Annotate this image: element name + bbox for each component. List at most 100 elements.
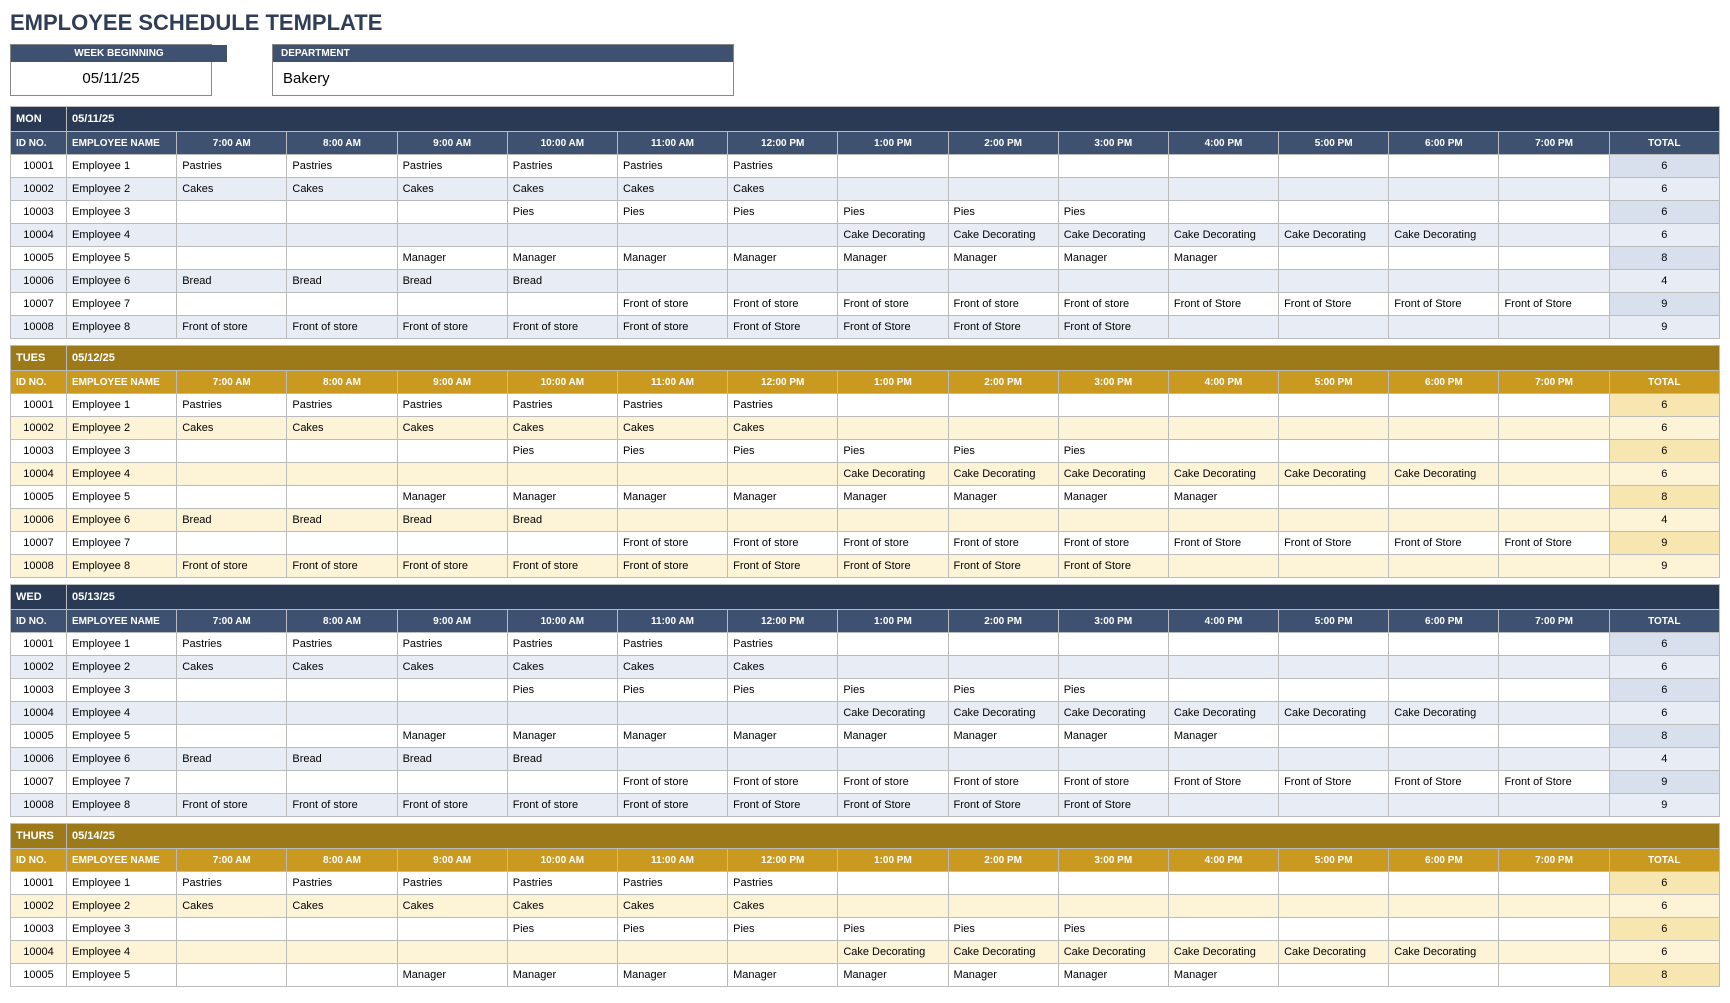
cell-id[interactable]: 10007 [11,771,67,794]
cell-hour[interactable]: Front of Store [1499,532,1609,555]
cell-hour[interactable] [1499,486,1609,509]
cell-hour[interactable]: Manager [728,725,838,748]
cell-hour[interactable] [617,702,727,725]
cell-name[interactable]: Employee 3 [67,679,177,702]
cell-hour[interactable] [1279,725,1389,748]
cell-hour[interactable]: Pies [617,918,727,941]
cell-hour[interactable]: Cake Decorating [1168,702,1278,725]
cell-hour[interactable] [838,656,948,679]
cell-name[interactable]: Employee 8 [67,316,177,339]
cell-hour[interactable] [838,872,948,895]
cell-hour[interactable]: Manager [1168,486,1278,509]
cell-hour[interactable]: Pies [1058,679,1168,702]
cell-hour[interactable] [1499,316,1609,339]
cell-hour[interactable]: Pastries [617,155,727,178]
cell-hour[interactable]: Front of Store [1389,771,1499,794]
cell-hour[interactable] [287,725,397,748]
cell-hour[interactable]: Front of Store [728,794,838,817]
cell-hour[interactable]: Bread [507,270,617,293]
cell-hour[interactable]: Manager [1168,247,1278,270]
cell-hour[interactable] [728,702,838,725]
cell-hour[interactable] [1168,316,1278,339]
cell-hour[interactable] [1499,178,1609,201]
cell-hour[interactable] [1389,633,1499,656]
cell-hour[interactable]: Manager [1168,725,1278,748]
cell-hour[interactable] [287,463,397,486]
cell-hour[interactable]: Cakes [728,656,838,679]
cell-hour[interactable]: Cakes [287,178,397,201]
cell-hour[interactable] [838,394,948,417]
cell-name[interactable]: Employee 4 [67,702,177,725]
cell-hour[interactable]: Front of Store [948,316,1058,339]
cell-hour[interactable]: Front of store [838,293,948,316]
cell-name[interactable]: Employee 5 [67,247,177,270]
cell-hour[interactable] [1499,895,1609,918]
cell-hour[interactable]: Manager [1058,247,1168,270]
cell-id[interactable]: 10008 [11,316,67,339]
cell-hour[interactable] [1168,155,1278,178]
cell-id[interactable]: 10007 [11,293,67,316]
cell-name[interactable]: Employee 4 [67,224,177,247]
cell-hour[interactable] [397,224,507,247]
cell-hour[interactable] [287,247,397,270]
cell-id[interactable]: 10005 [11,725,67,748]
cell-hour[interactable]: Manager [948,486,1058,509]
cell-hour[interactable]: Front of store [838,771,948,794]
cell-hour[interactable]: Front of store [948,293,1058,316]
cell-hour[interactable]: Pastries [728,872,838,895]
cell-hour[interactable]: Cakes [507,895,617,918]
cell-name[interactable]: Employee 7 [67,293,177,316]
cell-id[interactable]: 10008 [11,555,67,578]
cell-id[interactable]: 10001 [11,633,67,656]
cell-hour[interactable]: Front of store [617,794,727,817]
cell-hour[interactable] [617,270,727,293]
cell-hour[interactable] [287,941,397,964]
cell-hour[interactable]: Pastries [177,394,287,417]
cell-hour[interactable]: Manager [728,247,838,270]
cell-hour[interactable] [1499,509,1609,532]
cell-hour[interactable]: Front of store [728,532,838,555]
cell-hour[interactable]: Bread [397,270,507,293]
cell-hour[interactable]: Cakes [617,417,727,440]
cell-hour[interactable]: Front of Store [728,555,838,578]
cell-hour[interactable] [507,293,617,316]
cell-hour[interactable]: Pies [838,201,948,224]
cell-hour[interactable] [507,463,617,486]
cell-hour[interactable]: Front of Store [728,316,838,339]
cell-name[interactable]: Employee 5 [67,486,177,509]
cell-hour[interactable]: Bread [507,509,617,532]
cell-hour[interactable]: Front of Store [1168,771,1278,794]
cell-hour[interactable] [177,918,287,941]
cell-hour[interactable] [1279,316,1389,339]
cell-hour[interactable] [177,486,287,509]
cell-hour[interactable]: Pies [948,679,1058,702]
cell-name[interactable]: Employee 8 [67,794,177,817]
cell-hour[interactable]: Front of Store [1279,293,1389,316]
cell-hour[interactable] [177,224,287,247]
cell-hour[interactable]: Bread [177,509,287,532]
cell-hour[interactable]: Pies [728,679,838,702]
cell-name[interactable]: Employee 5 [67,964,177,987]
cell-hour[interactable] [1499,155,1609,178]
cell-hour[interactable] [1499,725,1609,748]
cell-hour[interactable] [397,918,507,941]
cell-hour[interactable] [728,224,838,247]
cell-hour[interactable]: Pastries [397,872,507,895]
cell-hour[interactable] [1168,918,1278,941]
cell-hour[interactable] [1499,679,1609,702]
cell-hour[interactable] [1499,247,1609,270]
cell-hour[interactable] [1168,417,1278,440]
cell-hour[interactable]: Cake Decorating [948,224,1058,247]
cell-hour[interactable] [617,748,727,771]
cell-hour[interactable]: Bread [287,748,397,771]
cell-hour[interactable]: Front of Store [1168,532,1278,555]
cell-hour[interactable] [1389,555,1499,578]
cell-hour[interactable]: Pastries [287,155,397,178]
cell-hour[interactable] [1279,794,1389,817]
cell-hour[interactable]: Front of store [397,555,507,578]
cell-hour[interactable]: Pastries [507,394,617,417]
cell-hour[interactable]: Cakes [287,417,397,440]
cell-hour[interactable] [1168,201,1278,224]
cell-hour[interactable] [1389,270,1499,293]
cell-hour[interactable]: Pies [728,918,838,941]
